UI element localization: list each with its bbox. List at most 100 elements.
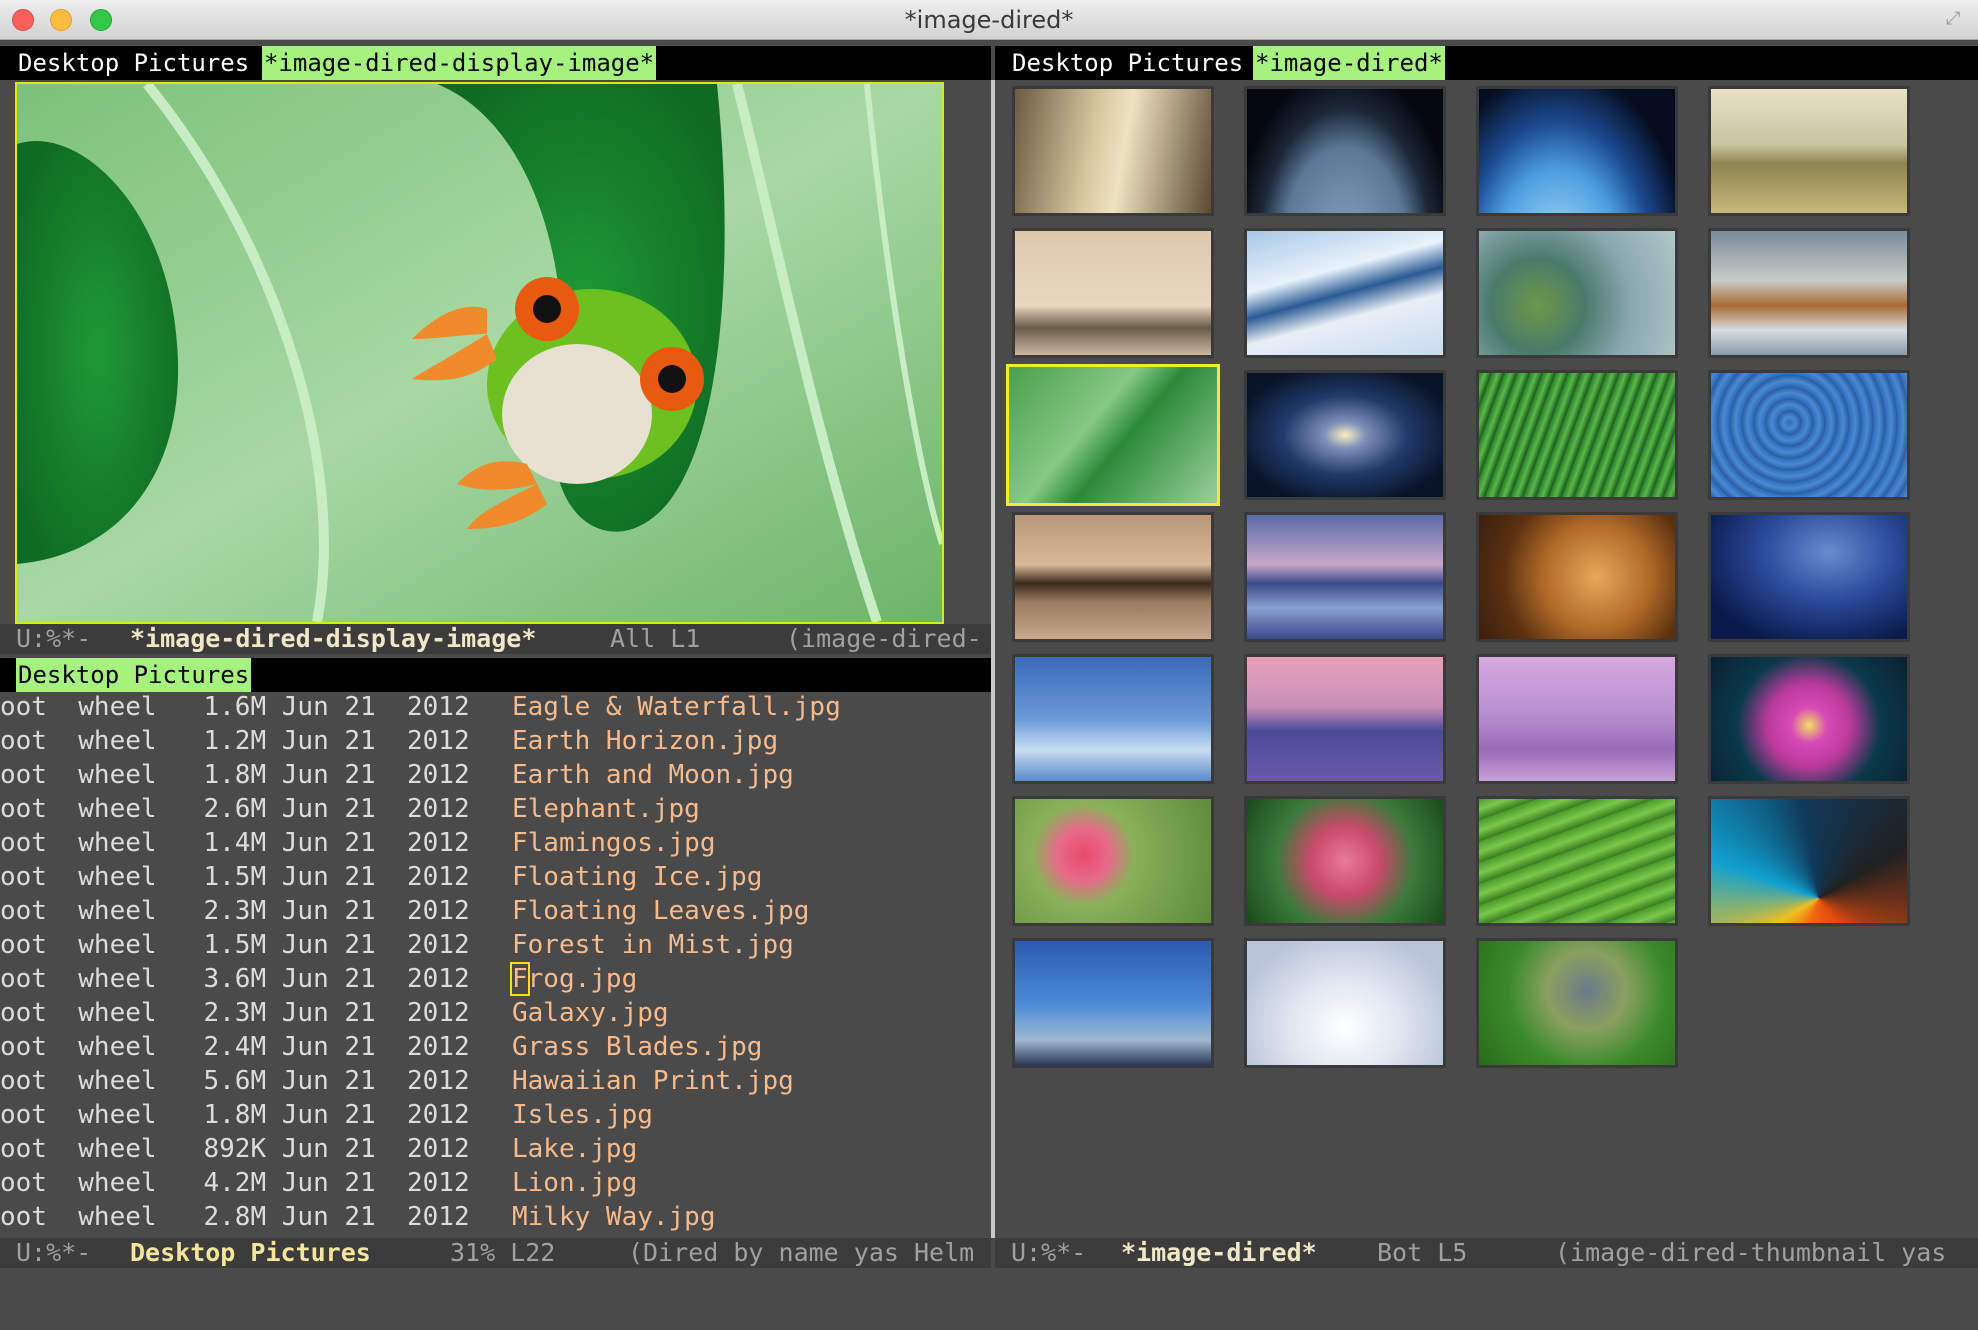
file-name[interactable]: Galaxy.jpg [512, 996, 669, 1030]
display-image-modeline: U:%*- *image-dired-display-image* All L1… [0, 624, 991, 654]
file-meta: oot wheel 3.6M Jun 21 2012 [0, 964, 470, 994]
file-name[interactable]: Hawaiian Print.jpg [512, 1064, 794, 1098]
file-name[interactable]: Isles.jpg [512, 1098, 653, 1132]
thumbnail-grass-blades[interactable] [1476, 370, 1678, 500]
dired-row[interactable]: oot wheel 2.4M Jun 21 2012 Grass Blades.j… [0, 1030, 990, 1064]
thumbnail-moon[interactable] [1012, 654, 1214, 784]
file-name[interactable]: Grass Blades.jpg [512, 1030, 762, 1064]
thumbnail-forest-in-mist[interactable] [1708, 228, 1910, 358]
dired-row[interactable]: oot wheel 5.6M Jun 21 2012 Hawaiian Print… [0, 1064, 990, 1098]
modeline-status: U:%*- [16, 624, 92, 653]
thumbnail-earth-and-moon[interactable] [1476, 86, 1678, 216]
file-name[interactable]: Floating Leaves.jpg [512, 894, 809, 928]
file-meta: oot wheel 2.6M Jun 21 2012 [0, 794, 470, 824]
file-name[interactable]: Forest in Mist.jpg [512, 928, 794, 962]
dired-modeline: U:%*- Desktop Pictures 31% L22 (Dired by… [0, 1238, 991, 1268]
file-name[interactable]: Floating Ice.jpg [512, 860, 762, 894]
file-name[interactable]: Flamingos.jpg [512, 826, 716, 860]
dired-row[interactable]: oot wheel 1.8M Jun 21 2012 Isles.jpg [0, 1098, 990, 1132]
file-meta: oot wheel 1.5M Jun 21 2012 [0, 862, 470, 892]
file-name[interactable]: Frog.jpg [510, 962, 637, 996]
dired-file-list: oot wheel 1.6M Jun 21 2012 Eagle & Waterf… [0, 690, 990, 1238]
thumbnail-white-dunes[interactable] [1244, 938, 1446, 1068]
file-meta: oot wheel 5.6M Jun 21 2012 [0, 1066, 470, 1096]
modeline-mode: (Dired by name yas Helm [628, 1238, 975, 1267]
dired-row[interactable]: oot wheel 2.6M Jun 21 2012 Elephant.jpg [0, 792, 990, 826]
thumbnail-purple-forest[interactable] [1476, 654, 1678, 784]
file-name[interactable]: Eagle & Waterfall.jpg [512, 690, 841, 724]
thumbnail-lion[interactable] [1476, 512, 1678, 642]
thumbnail-rice-fields[interactable] [1476, 796, 1678, 926]
file-meta: oot wheel 1.5M Jun 21 2012 [0, 930, 470, 960]
modeline-position: All L1 [610, 624, 701, 653]
thumbnail-floating-ice[interactable] [1244, 228, 1446, 358]
thumbnail-eagle-waterfall[interactable] [1012, 86, 1214, 216]
thumbnail-modeline: U:%*- *image-dired* Bot L5 (image-dired-… [995, 1238, 1978, 1268]
thumbnail-lake[interactable] [1244, 512, 1446, 642]
modeline-position: 31% L22 [450, 1238, 556, 1267]
modeline-status: U:%*- [16, 1238, 92, 1267]
thumbnail-galaxy[interactable] [1244, 370, 1446, 500]
file-meta: oot wheel 892K Jun 21 2012 [0, 1134, 470, 1164]
file-name[interactable]: Lake.jpg [512, 1132, 637, 1166]
title-bar: *image-dired* ⤢ [0, 0, 1978, 40]
dired-directory-header[interactable]: Desktop Pictures [16, 658, 252, 692]
thumbnail-flamingos[interactable] [1012, 228, 1214, 358]
tab-desktop-pictures-right[interactable]: Desktop Pictures [1010, 46, 1245, 80]
minibuffer[interactable] [0, 1268, 1978, 1330]
modeline-buffer-name: *image-dired-display-image* [130, 624, 537, 653]
dired-row[interactable]: oot wheel 2.3M Jun 21 2012 Floating Leave… [0, 894, 990, 928]
file-name[interactable]: Earth and Moon.jpg [512, 758, 794, 792]
modeline-status: U:%*- [1011, 1238, 1087, 1267]
tab-desktop-pictures[interactable]: Desktop Pictures [16, 46, 251, 80]
thumbnail-frog[interactable] [1006, 364, 1220, 506]
file-name[interactable]: Elephant.jpg [512, 792, 700, 826]
text-cursor: F [510, 962, 530, 996]
thumbnail-lotus[interactable] [1708, 654, 1910, 784]
thumbnail-poppies[interactable] [1012, 796, 1214, 926]
file-name[interactable]: Earth Horizon.jpg [512, 724, 778, 758]
dired-row[interactable]: oot wheel 1.4M Jun 21 2012 Flamingos.jpg [0, 826, 990, 860]
file-meta: oot wheel 1.4M Jun 21 2012 [0, 828, 470, 858]
file-meta: oot wheel 1.2M Jun 21 2012 [0, 726, 470, 756]
file-meta: oot wheel 2.3M Jun 21 2012 [0, 896, 470, 926]
file-meta: oot wheel 4.2M Jun 21 2012 [0, 1168, 470, 1198]
dired-row[interactable]: oot wheel 1.5M Jun 21 2012 Forest in Mist… [0, 928, 990, 962]
tab-image-dired-display-image[interactable]: *image-dired-display-image* [262, 46, 657, 80]
thumbnail-hawaiian-print[interactable] [1708, 370, 1910, 500]
file-meta: oot wheel 2.3M Jun 21 2012 [0, 998, 470, 1028]
dired-row[interactable]: oot wheel 1.2M Jun 21 2012 Earth Horizon.… [0, 724, 990, 758]
file-meta: oot wheel 1.6M Jun 21 2012 [0, 692, 470, 722]
file-meta: oot wheel 2.4M Jun 21 2012 [0, 1032, 470, 1062]
thumbnail-earth-horizon[interactable] [1244, 86, 1446, 216]
dired-row[interactable]: oot wheel 1.6M Jun 21 2012 Eagle & Waterf… [0, 690, 990, 724]
modeline-position: Bot L5 [1377, 1238, 1468, 1267]
file-meta: oot wheel 1.8M Jun 21 2012 [0, 760, 470, 790]
thumbnail-elephant[interactable] [1708, 86, 1910, 216]
file-name[interactable]: Milky Way.jpg [512, 1200, 716, 1234]
dired-row[interactable]: oot wheel 2.8M Jun 21 2012 Milky Way.jpg [0, 1200, 990, 1234]
thumbnail-zebras[interactable] [1476, 938, 1678, 1068]
dired-row[interactable]: oot wheel 4.2M Jun 21 2012 Lion.jpg [0, 1166, 990, 1200]
frog-image [15, 82, 944, 624]
thumbnail-sky[interactable] [1012, 938, 1214, 1068]
modeline-mode: (image-dired-thumbnail yas [1555, 1238, 1947, 1267]
thumbnail-pink-berries[interactable] [1244, 796, 1446, 926]
modeline-mode: (image-dired- [786, 624, 982, 653]
file-name[interactable]: Lion.jpg [512, 1166, 637, 1200]
dired-row[interactable]: oot wheel 1.5M Jun 21 2012 Floating Ice.j… [0, 860, 990, 894]
window-divider[interactable] [991, 80, 995, 1238]
dired-header-line: Desktop Pictures [0, 658, 991, 692]
thumbnail-milky-way[interactable] [1708, 512, 1910, 642]
dired-row[interactable]: oot wheel 892K Jun 21 2012 Lake.jpg [0, 1132, 990, 1166]
display-image-window [0, 80, 990, 624]
thumbnail-floating-leaves[interactable] [1476, 228, 1678, 358]
fullscreen-icon[interactable]: ⤢ [1946, 8, 1966, 29]
thumbnail-abstract-shapes[interactable] [1708, 796, 1910, 926]
dired-row[interactable]: oot wheel 3.6M Jun 21 2012 Frog.jpg [0, 962, 990, 996]
thumbnail-mountain-fuji[interactable] [1244, 654, 1446, 784]
thumbnail-isles[interactable] [1012, 512, 1214, 642]
tab-image-dired[interactable]: *image-dired* [1253, 46, 1445, 80]
dired-row[interactable]: oot wheel 2.3M Jun 21 2012 Galaxy.jpg [0, 996, 990, 1030]
dired-row[interactable]: oot wheel 1.8M Jun 21 2012 Earth and Moon… [0, 758, 990, 792]
